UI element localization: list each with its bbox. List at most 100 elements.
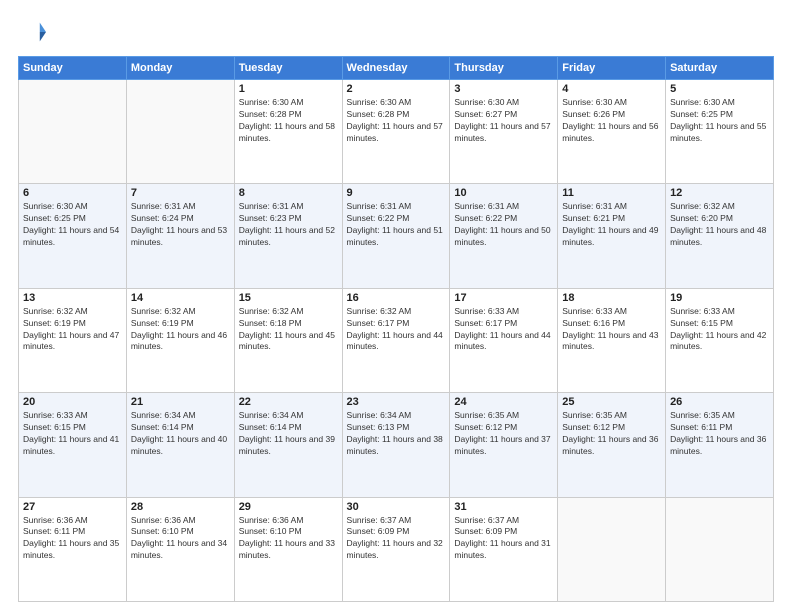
calendar-cell: 29 Sunrise: 6:36 AM Sunset: 6:10 PM Dayli… <box>234 497 342 601</box>
weekday-header-tuesday: Tuesday <box>234 57 342 80</box>
calendar-cell: 30 Sunrise: 6:37 AM Sunset: 6:09 PM Dayli… <box>342 497 450 601</box>
day-info: Sunrise: 6:31 AM Sunset: 6:22 PM Dayligh… <box>347 201 446 249</box>
day-info: Sunrise: 6:33 AM Sunset: 6:15 PM Dayligh… <box>23 410 122 458</box>
calendar-cell: 11 Sunrise: 6:31 AM Sunset: 6:21 PM Dayli… <box>558 184 666 288</box>
day-info: Sunrise: 6:30 AM Sunset: 6:25 PM Dayligh… <box>23 201 122 249</box>
day-info: Sunrise: 6:30 AM Sunset: 6:28 PM Dayligh… <box>347 97 446 145</box>
header <box>18 18 774 46</box>
calendar-cell: 31 Sunrise: 6:37 AM Sunset: 6:09 PM Dayli… <box>450 497 558 601</box>
day-info: Sunrise: 6:31 AM Sunset: 6:24 PM Dayligh… <box>131 201 230 249</box>
day-number: 24 <box>454 396 553 408</box>
day-info: Sunrise: 6:35 AM Sunset: 6:11 PM Dayligh… <box>670 410 769 458</box>
calendar-cell: 27 Sunrise: 6:36 AM Sunset: 6:11 PM Dayli… <box>19 497 127 601</box>
calendar-cell: 20 Sunrise: 6:33 AM Sunset: 6:15 PM Dayli… <box>19 393 127 497</box>
calendar-cell: 17Sunrise: 6:33 AM Sunset: 6:17 PM Dayli… <box>450 288 558 392</box>
day-number: 27 <box>23 501 122 513</box>
calendar-cell: 24 Sunrise: 6:35 AM Sunset: 6:12 PM Dayli… <box>450 393 558 497</box>
calendar-cell: 10Sunrise: 6:31 AM Sunset: 6:22 PM Dayli… <box>450 184 558 288</box>
calendar-cell: 4Sunrise: 6:30 AM Sunset: 6:26 PM Daylig… <box>558 80 666 184</box>
day-info: Sunrise: 6:37 AM Sunset: 6:09 PM Dayligh… <box>347 515 446 563</box>
calendar-cell: 25 Sunrise: 6:35 AM Sunset: 6:12 PM Dayli… <box>558 393 666 497</box>
day-info: Sunrise: 6:34 AM Sunset: 6:14 PM Dayligh… <box>239 410 338 458</box>
day-info: Sunrise: 6:32 AM Sunset: 6:18 PM Dayligh… <box>239 306 338 354</box>
day-number: 19 <box>670 292 769 304</box>
day-number: 21 <box>131 396 230 408</box>
day-number: 12 <box>670 187 769 199</box>
calendar-cell <box>19 80 127 184</box>
day-info: Sunrise: 6:36 AM Sunset: 6:10 PM Dayligh… <box>131 515 230 563</box>
day-info: Sunrise: 6:31 AM Sunset: 6:23 PM Dayligh… <box>239 201 338 249</box>
day-info: Sunrise: 6:36 AM Sunset: 6:11 PM Dayligh… <box>23 515 122 563</box>
day-info: Sunrise: 6:34 AM Sunset: 6:13 PM Dayligh… <box>347 410 446 458</box>
calendar-week-row: 6Sunrise: 6:30 AM Sunset: 6:25 PM Daylig… <box>19 184 774 288</box>
calendar-week-row: 27 Sunrise: 6:36 AM Sunset: 6:11 PM Dayli… <box>19 497 774 601</box>
calendar-cell: 22 Sunrise: 6:34 AM Sunset: 6:14 PM Dayli… <box>234 393 342 497</box>
day-number: 11 <box>562 187 661 199</box>
calendar-cell <box>666 497 774 601</box>
calendar-cell <box>558 497 666 601</box>
calendar-cell: 9Sunrise: 6:31 AM Sunset: 6:22 PM Daylig… <box>342 184 450 288</box>
day-number: 23 <box>347 396 446 408</box>
calendar-cell: 18 Sunrise: 6:33 AM Sunset: 6:16 PM Dayli… <box>558 288 666 392</box>
day-number: 15 <box>239 292 338 304</box>
day-info: Sunrise: 6:35 AM Sunset: 6:12 PM Dayligh… <box>562 410 661 458</box>
day-number: 10 <box>454 187 553 199</box>
calendar-cell: 28Sunrise: 6:36 AM Sunset: 6:10 PM Dayli… <box>126 497 234 601</box>
day-number: 22 <box>239 396 338 408</box>
day-info: Sunrise: 6:31 AM Sunset: 6:21 PM Dayligh… <box>562 201 661 249</box>
day-number: 1 <box>239 83 338 95</box>
calendar-week-row: 13 Sunrise: 6:32 AM Sunset: 6:19 PM Dayli… <box>19 288 774 392</box>
day-number: 5 <box>670 83 769 95</box>
day-number: 29 <box>239 501 338 513</box>
calendar-week-row: 20 Sunrise: 6:33 AM Sunset: 6:15 PM Dayli… <box>19 393 774 497</box>
weekday-header-monday: Monday <box>126 57 234 80</box>
calendar-cell: 13 Sunrise: 6:32 AM Sunset: 6:19 PM Dayli… <box>19 288 127 392</box>
day-info: Sunrise: 6:32 AM Sunset: 6:19 PM Dayligh… <box>131 306 230 354</box>
logo <box>18 18 50 46</box>
day-number: 3 <box>454 83 553 95</box>
day-info: Sunrise: 6:30 AM Sunset: 6:28 PM Dayligh… <box>239 97 338 145</box>
day-info: Sunrise: 6:32 AM Sunset: 6:20 PM Dayligh… <box>670 201 769 249</box>
day-info: Sunrise: 6:30 AM Sunset: 6:27 PM Dayligh… <box>454 97 553 145</box>
calendar-cell <box>126 80 234 184</box>
day-number: 31 <box>454 501 553 513</box>
day-info: Sunrise: 6:32 AM Sunset: 6:17 PM Dayligh… <box>347 306 446 354</box>
calendar-cell: 8 Sunrise: 6:31 AM Sunset: 6:23 PM Daylig… <box>234 184 342 288</box>
day-number: 20 <box>23 396 122 408</box>
day-info: Sunrise: 6:35 AM Sunset: 6:12 PM Dayligh… <box>454 410 553 458</box>
day-number: 7 <box>131 187 230 199</box>
calendar-cell: 1 Sunrise: 6:30 AM Sunset: 6:28 PM Daylig… <box>234 80 342 184</box>
day-number: 2 <box>347 83 446 95</box>
calendar-cell: 19 Sunrise: 6:33 AM Sunset: 6:15 PM Dayli… <box>666 288 774 392</box>
calendar-table: SundayMondayTuesdayWednesdayThursdayFrid… <box>18 56 774 602</box>
calendar-cell: 2 Sunrise: 6:30 AM Sunset: 6:28 PM Daylig… <box>342 80 450 184</box>
day-info: Sunrise: 6:34 AM Sunset: 6:14 PM Dayligh… <box>131 410 230 458</box>
day-number: 17 <box>454 292 553 304</box>
calendar-week-row: 1 Sunrise: 6:30 AM Sunset: 6:28 PM Daylig… <box>19 80 774 184</box>
weekday-header-wednesday: Wednesday <box>342 57 450 80</box>
day-info: Sunrise: 6:33 AM Sunset: 6:15 PM Dayligh… <box>670 306 769 354</box>
day-number: 16 <box>347 292 446 304</box>
calendar-cell: 5Sunrise: 6:30 AM Sunset: 6:25 PM Daylig… <box>666 80 774 184</box>
calendar-cell: 15 Sunrise: 6:32 AM Sunset: 6:18 PM Dayli… <box>234 288 342 392</box>
day-info: Sunrise: 6:36 AM Sunset: 6:10 PM Dayligh… <box>239 515 338 563</box>
day-info: Sunrise: 6:37 AM Sunset: 6:09 PM Dayligh… <box>454 515 553 563</box>
day-info: Sunrise: 6:33 AM Sunset: 6:16 PM Dayligh… <box>562 306 661 354</box>
calendar-cell: 12 Sunrise: 6:32 AM Sunset: 6:20 PM Dayli… <box>666 184 774 288</box>
day-number: 13 <box>23 292 122 304</box>
weekday-header-sunday: Sunday <box>19 57 127 80</box>
day-number: 8 <box>239 187 338 199</box>
calendar-cell: 16 Sunrise: 6:32 AM Sunset: 6:17 PM Dayli… <box>342 288 450 392</box>
weekday-header-friday: Friday <box>558 57 666 80</box>
day-number: 30 <box>347 501 446 513</box>
calendar-cell: 23 Sunrise: 6:34 AM Sunset: 6:13 PM Dayli… <box>342 393 450 497</box>
calendar-cell: 3 Sunrise: 6:30 AM Sunset: 6:27 PM Daylig… <box>450 80 558 184</box>
day-number: 18 <box>562 292 661 304</box>
day-number: 4 <box>562 83 661 95</box>
calendar-cell: 14Sunrise: 6:32 AM Sunset: 6:19 PM Dayli… <box>126 288 234 392</box>
day-number: 25 <box>562 396 661 408</box>
day-info: Sunrise: 6:32 AM Sunset: 6:19 PM Dayligh… <box>23 306 122 354</box>
weekday-header-saturday: Saturday <box>666 57 774 80</box>
page: SundayMondayTuesdayWednesdayThursdayFrid… <box>0 0 792 612</box>
calendar-cell: 21 Sunrise: 6:34 AM Sunset: 6:14 PM Dayli… <box>126 393 234 497</box>
